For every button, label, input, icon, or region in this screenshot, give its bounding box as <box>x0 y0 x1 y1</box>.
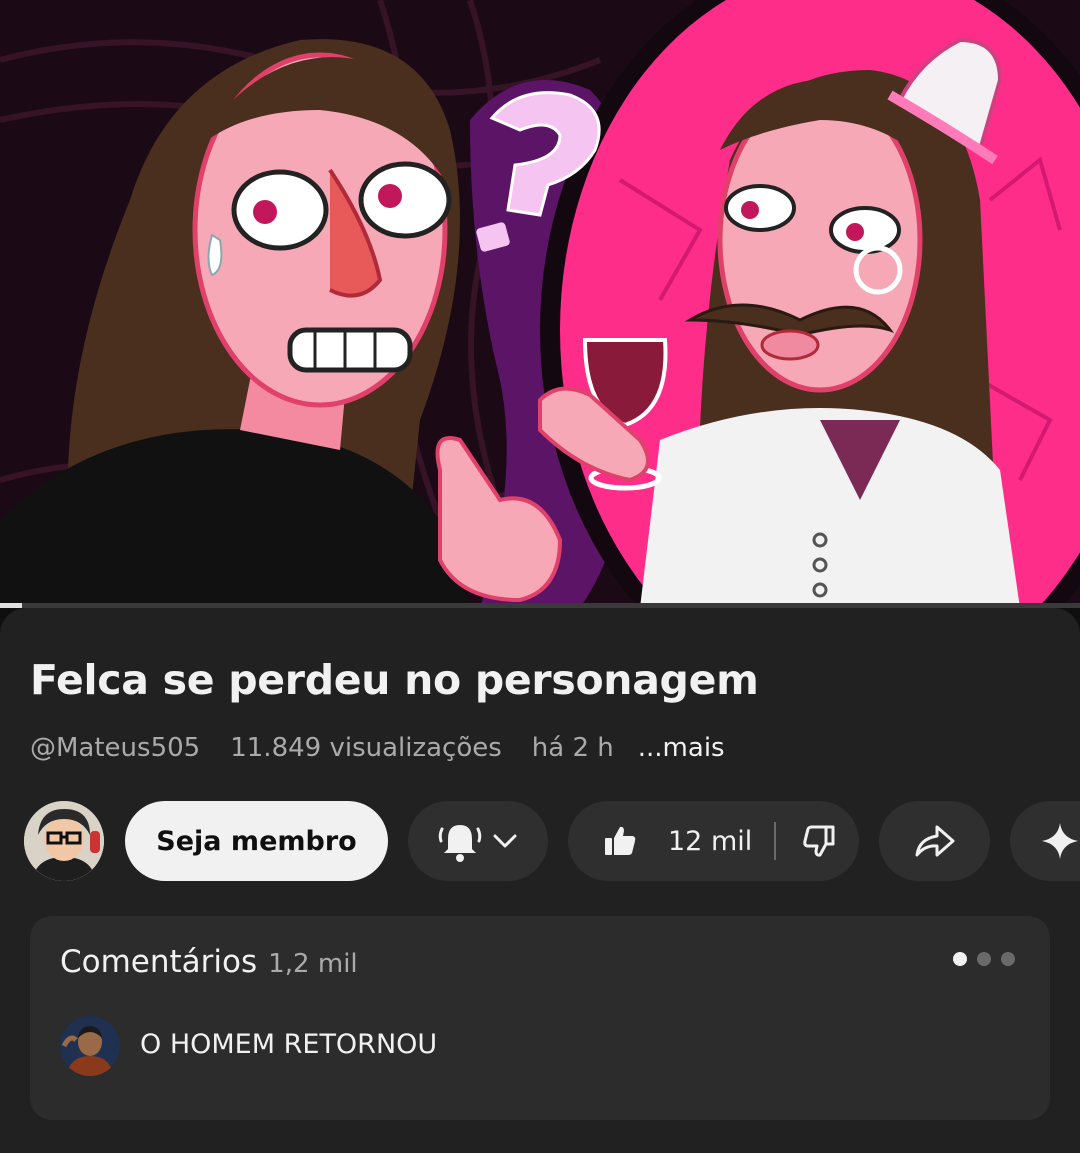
commenter-avatar <box>60 1016 120 1076</box>
join-membership-button[interactable]: Seja membro <box>125 801 388 881</box>
view-count: 11.849 visualizações <box>230 733 502 763</box>
video-progress-fill <box>0 603 22 608</box>
thumbs-down-icon <box>802 825 834 857</box>
commenter-avatar-image <box>60 1016 120 1076</box>
carousel-dots <box>943 952 1015 966</box>
chevron-down-icon <box>493 834 517 848</box>
thumbs-up-icon <box>605 826 636 855</box>
comments-title: Comentários <box>60 944 258 980</box>
remix-button[interactable] <box>1010 801 1080 881</box>
channel-handle[interactable]: @Mateus505 <box>30 733 200 763</box>
carousel-dot-active <box>953 952 967 966</box>
top-comment-text: O HOMEM RETORNOU <box>140 1029 438 1060</box>
like-dislike-group: 12 mil <box>568 801 859 881</box>
comments-header: Comentários 1,2 mil <box>60 944 358 980</box>
comments-card[interactable]: Comentários 1,2 mil O HOMEM RETORNOU <box>30 916 1050 1120</box>
carousel-dot <box>1001 952 1015 966</box>
thumbnail-illustration <box>0 0 1080 608</box>
comments-count: 1,2 mil <box>268 949 358 979</box>
notification-bell-button[interactable] <box>408 801 548 881</box>
video-player[interactable] <box>0 0 1080 608</box>
share-button[interactable] <box>879 801 990 881</box>
upload-age: há 2 h <box>531 733 614 763</box>
video-title[interactable]: Felca se perdeu no personagem <box>30 656 759 704</box>
like-count: 12 mil <box>668 825 753 857</box>
channel-avatar[interactable] <box>24 801 104 881</box>
share-icon <box>915 825 954 857</box>
dislike-button[interactable] <box>776 823 859 859</box>
like-button[interactable]: 12 mil <box>568 823 774 859</box>
carousel-dot <box>977 952 991 966</box>
more-link[interactable]: ...mais <box>638 733 725 763</box>
sparkle-icon <box>1042 823 1078 859</box>
avatar-illustration <box>24 801 104 881</box>
join-label: Seja membro <box>156 825 357 857</box>
video-metadata[interactable]: @Mateus505 11.849 visualizações há 2 h .… <box>30 730 725 766</box>
bell-icon <box>438 825 482 862</box>
